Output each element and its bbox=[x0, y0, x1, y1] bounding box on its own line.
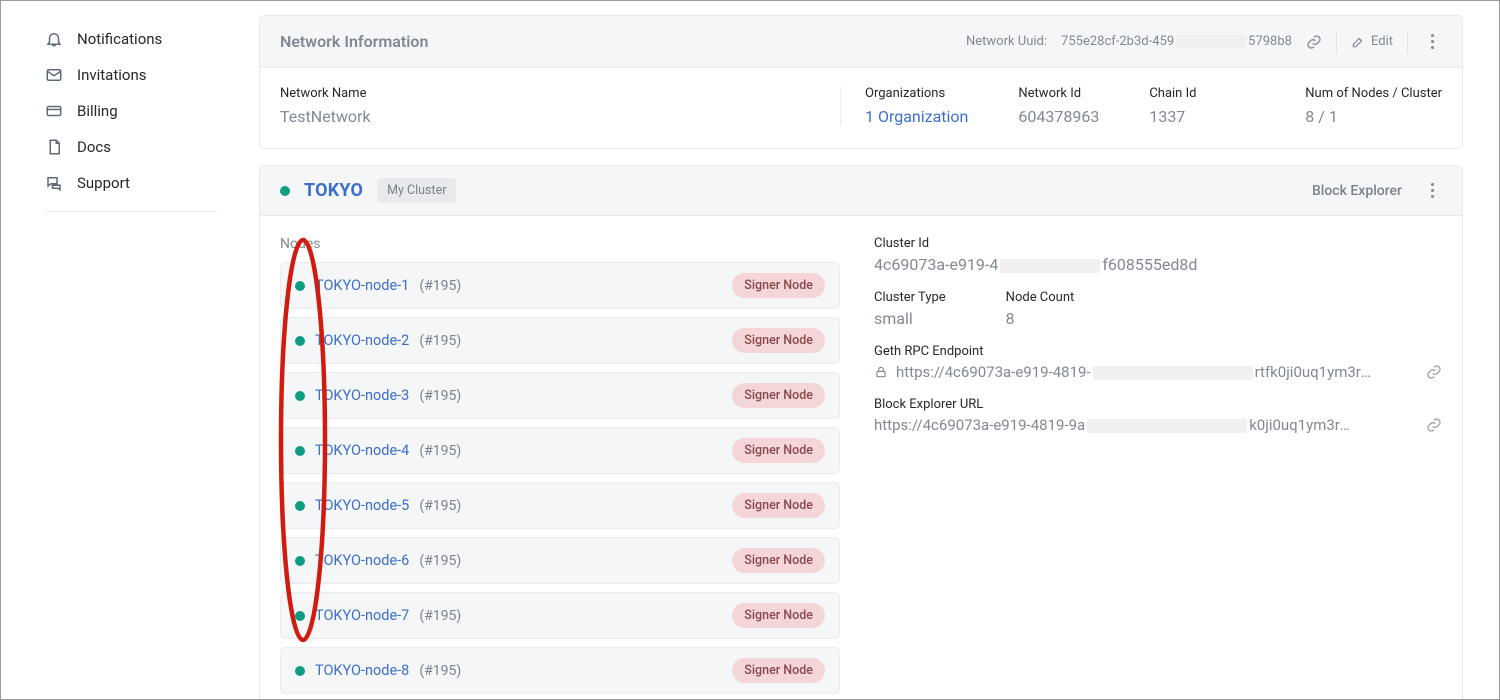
node-row[interactable]: TOKYO-node-6 (#195) Signer Node bbox=[280, 537, 840, 584]
node-name-link[interactable]: TOKYO-node-1 bbox=[315, 277, 409, 294]
nodes-title: Nodes bbox=[280, 236, 840, 252]
signer-badge: Signer Node bbox=[732, 603, 825, 628]
my-cluster-badge: My Cluster bbox=[377, 178, 456, 203]
signer-badge: Signer Node bbox=[732, 273, 825, 298]
explorer-url-value: https://4c69073a-e919-4819-9ak0ji0uq1ym3… bbox=[874, 416, 1354, 434]
cluster-id-label: Cluster Id bbox=[874, 236, 1442, 251]
node-name-link[interactable]: TOKYO-node-4 bbox=[315, 442, 409, 459]
signer-badge: Signer Node bbox=[732, 548, 825, 573]
doc-icon bbox=[45, 138, 63, 156]
signer-badge: Signer Node bbox=[732, 383, 825, 408]
node-name-link[interactable]: TOKYO-node-3 bbox=[315, 387, 409, 404]
status-dot-icon bbox=[295, 446, 305, 456]
node-row[interactable]: TOKYO-node-7 (#195) Signer Node bbox=[280, 592, 840, 639]
cluster-more-menu-icon[interactable] bbox=[1422, 179, 1442, 202]
cluster-name[interactable]: TOKYO bbox=[304, 180, 363, 201]
node-name-link[interactable]: TOKYO-node-5 bbox=[315, 497, 409, 514]
cluster-status-dot bbox=[280, 186, 290, 196]
status-dot-icon bbox=[295, 501, 305, 511]
node-id: (#195) bbox=[419, 278, 461, 294]
copy-uuid-icon[interactable] bbox=[1306, 34, 1322, 50]
card-icon bbox=[45, 102, 63, 120]
node-name-link[interactable]: TOKYO-node-6 bbox=[315, 552, 409, 569]
sidebar-item-billing[interactable]: Billing bbox=[45, 93, 217, 129]
node-row[interactable]: TOKYO-node-4 (#195) Signer Node bbox=[280, 427, 840, 474]
node-id: (#195) bbox=[419, 443, 461, 459]
organizations-value[interactable]: 1 Organization bbox=[865, 107, 968, 126]
copy-explorer-url-icon[interactable] bbox=[1426, 417, 1442, 433]
sidebar-item-docs[interactable]: Docs bbox=[45, 129, 217, 165]
status-dot-icon bbox=[295, 336, 305, 346]
chain-id-label: Chain Id bbox=[1149, 86, 1196, 101]
node-row[interactable]: TOKYO-node-1 (#195) Signer Node bbox=[280, 262, 840, 309]
network-info-title: Network Information bbox=[280, 32, 428, 51]
network-id-value: 604378963 bbox=[1018, 107, 1099, 126]
node-name-link[interactable]: TOKYO-node-7 bbox=[315, 607, 409, 624]
node-row[interactable]: TOKYO-node-3 (#195) Signer Node bbox=[280, 372, 840, 419]
node-row[interactable]: TOKYO-node-8 (#195) Signer Node bbox=[280, 647, 840, 694]
sidebar-item-invitations[interactable]: Invitations bbox=[45, 57, 217, 93]
edit-button[interactable]: Edit bbox=[1351, 34, 1393, 49]
network-name-label: Network Name bbox=[280, 86, 790, 101]
node-count-value: 8 bbox=[1006, 309, 1075, 328]
node-row[interactable]: TOKYO-node-5 (#195) Signer Node bbox=[280, 482, 840, 529]
cluster-header: TOKYO My Cluster Block Explorer bbox=[260, 166, 1462, 216]
network-id-label: Network Id bbox=[1018, 86, 1099, 101]
rpc-endpoint-label: Geth RPC Endpoint bbox=[874, 344, 1442, 359]
node-id: (#195) bbox=[419, 333, 461, 349]
network-name-value: TestNetwork bbox=[280, 107, 790, 126]
node-id: (#195) bbox=[419, 498, 461, 514]
nodes-count-value: 8 / 1 bbox=[1305, 107, 1442, 126]
copy-rpc-icon[interactable] bbox=[1426, 364, 1442, 380]
sidebar-item-label: Docs bbox=[77, 138, 111, 156]
network-info-card: Network Information Network Uuid: 755e28… bbox=[259, 15, 1463, 149]
organizations-label: Organizations bbox=[865, 86, 968, 101]
signer-badge: Signer Node bbox=[732, 438, 825, 463]
cluster-details: Cluster Id 4c69073a-e919-4f608555ed8d Cl… bbox=[840, 236, 1442, 699]
main-content: Network Information Network Uuid: 755e28… bbox=[247, 1, 1499, 699]
node-name-link[interactable]: TOKYO-node-8 bbox=[315, 662, 409, 679]
node-id: (#195) bbox=[419, 608, 461, 624]
cluster-type-label: Cluster Type bbox=[874, 290, 946, 305]
chat-icon bbox=[45, 174, 63, 192]
block-explorer-link[interactable]: Block Explorer bbox=[1312, 183, 1402, 199]
node-id: (#195) bbox=[419, 388, 461, 404]
nodes-count-label: Num of Nodes / Cluster bbox=[1305, 86, 1442, 101]
cluster-id-value: 4c69073a-e919-4f608555ed8d bbox=[874, 255, 1442, 274]
status-dot-icon bbox=[295, 281, 305, 291]
cluster-type-value: small bbox=[874, 309, 946, 328]
node-id: (#195) bbox=[419, 553, 461, 569]
more-menu-icon[interactable] bbox=[1422, 30, 1442, 53]
network-uuid-value: 755e28cf-2b3d-4595798b8 bbox=[1061, 34, 1292, 49]
status-dot-icon bbox=[295, 611, 305, 621]
network-info-header: Network Information Network Uuid: 755e28… bbox=[260, 16, 1462, 68]
status-dot-icon bbox=[295, 666, 305, 676]
sidebar-item-support[interactable]: Support bbox=[45, 165, 217, 201]
node-count-label: Node Count bbox=[1006, 290, 1075, 305]
status-dot-icon bbox=[295, 556, 305, 566]
bell-icon bbox=[45, 30, 63, 48]
sidebar-item-label: Notifications bbox=[77, 30, 162, 48]
sidebar-item-label: Billing bbox=[77, 102, 118, 120]
node-name-link[interactable]: TOKYO-node-2 bbox=[315, 332, 409, 349]
signer-badge: Signer Node bbox=[732, 493, 825, 518]
explorer-url-label: Block Explorer URL bbox=[874, 397, 1442, 412]
node-id: (#195) bbox=[419, 663, 461, 679]
cluster-card: TOKYO My Cluster Block Explorer Nodes TO… bbox=[259, 165, 1463, 699]
mail-icon bbox=[45, 66, 63, 84]
lock-icon bbox=[874, 365, 888, 379]
status-dot-icon bbox=[295, 391, 305, 401]
nodes-column: Nodes TOKYO-node-1(#195)Signer NodeTOKYO… bbox=[280, 236, 840, 699]
node-row[interactable]: TOKYO-node-2 (#195) Signer Node bbox=[280, 317, 840, 364]
chain-id-value: 1337 bbox=[1149, 107, 1196, 126]
sidebar-item-label: Invitations bbox=[77, 66, 146, 84]
sidebar: Notifications Invitations Billing Docs bbox=[1, 1, 247, 699]
signer-badge: Signer Node bbox=[732, 658, 825, 683]
network-uuid-label: Network Uuid: bbox=[966, 34, 1047, 49]
rpc-endpoint-value: https://4c69073a-e919-4819-rtfk0ji0uq1ym… bbox=[896, 363, 1376, 381]
signer-badge: Signer Node bbox=[732, 328, 825, 353]
sidebar-item-notifications[interactable]: Notifications bbox=[45, 21, 217, 57]
sidebar-item-label: Support bbox=[77, 174, 130, 192]
